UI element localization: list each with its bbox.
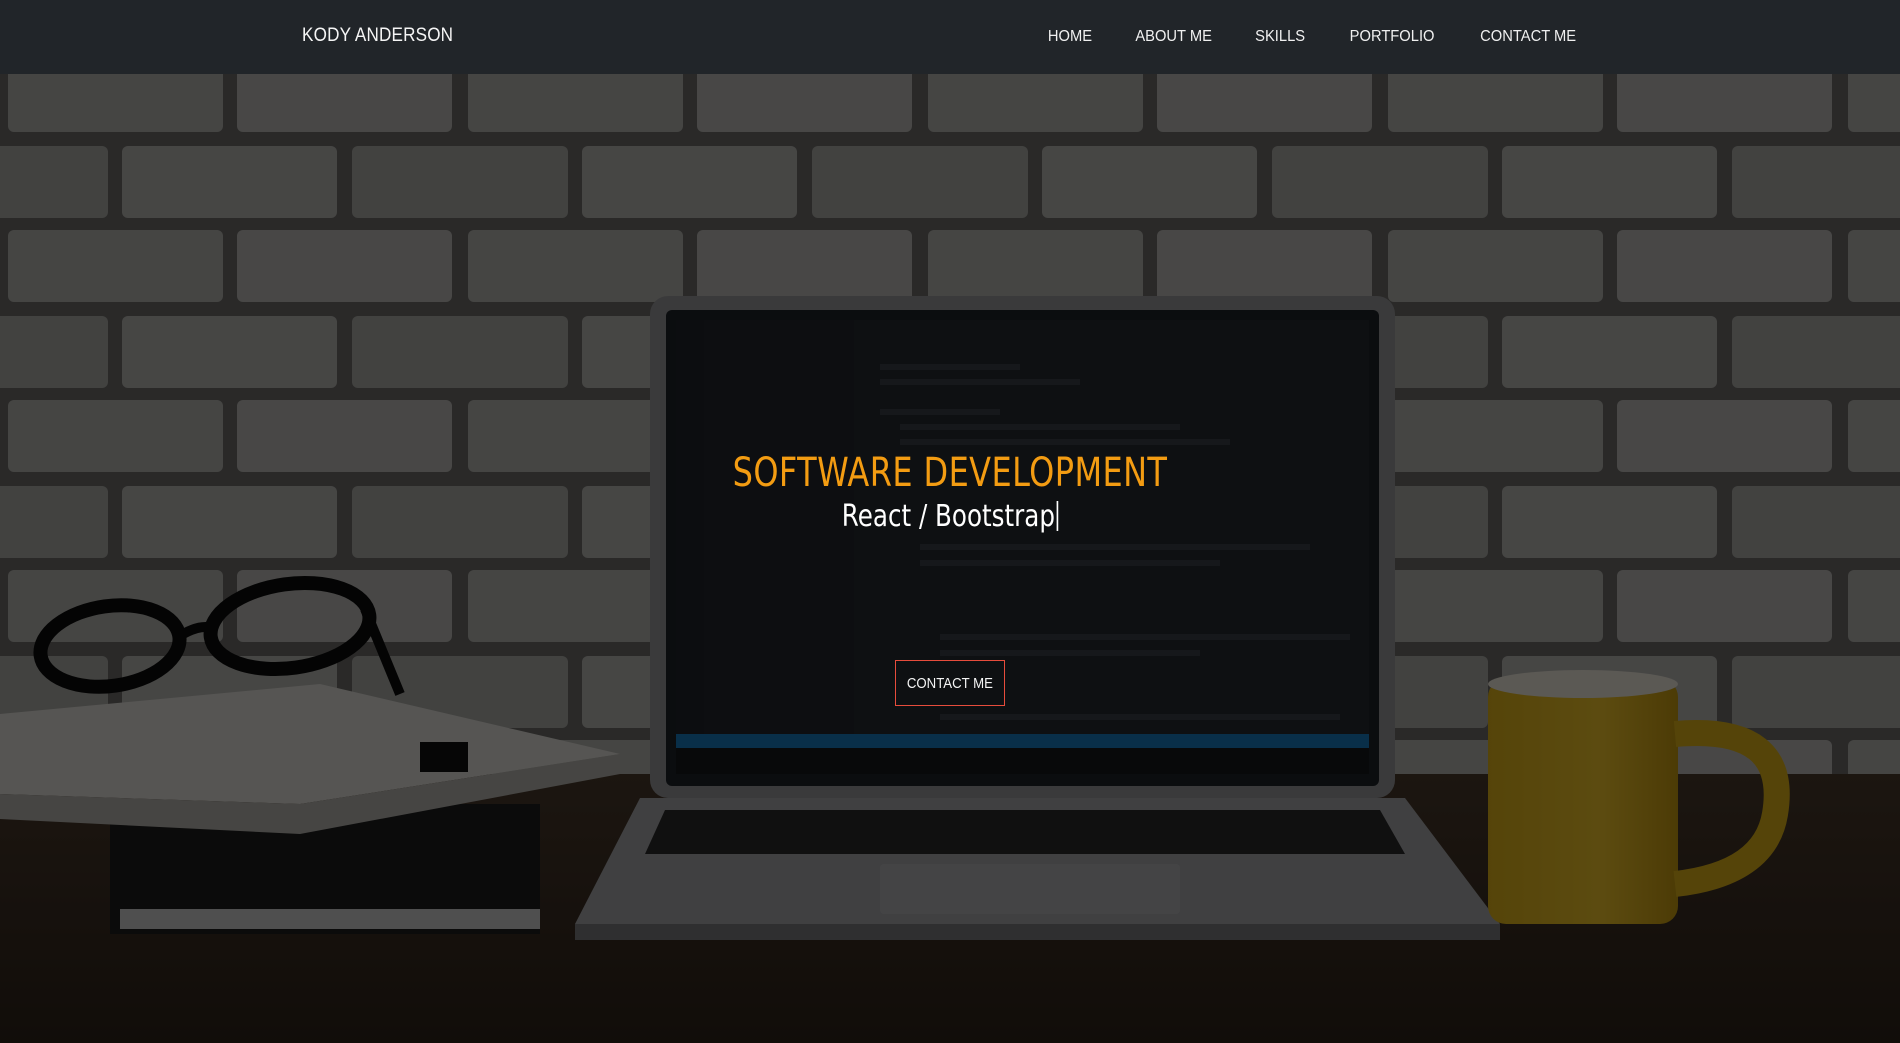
hero-content: SOFTWARE DEVELOPMENT React / Bootstrap C… (0, 74, 1900, 1043)
navbar: KODY ANDERSON HOME ABOUT ME SKILLS PORTF… (0, 0, 1900, 74)
nav-about-me[interactable]: ABOUT ME (1135, 28, 1212, 46)
typed-text: React / Bootstrap (841, 499, 1055, 534)
brand-logo[interactable]: KODY ANDERSON (302, 0, 453, 74)
hero-section: SOFTWARE DEVELOPMENT React / Bootstrap C… (0, 74, 1900, 1043)
nav-links: HOME ABOUT ME SKILLS PORTFOLIO CONTACT M… (1046, 0, 1580, 74)
contact-me-button[interactable]: CONTACT ME (895, 660, 1005, 706)
hero-subtitle: React / Bootstrap (171, 499, 1729, 534)
nav-home[interactable]: HOME (1048, 28, 1092, 46)
nav-skills[interactable]: SKILLS (1255, 28, 1305, 46)
nav-contact-me[interactable]: CONTACT ME (1480, 28, 1576, 46)
contact-me-button-label: CONTACT ME (906, 674, 994, 692)
hero-title: SOFTWARE DEVELOPMENT (732, 450, 1168, 496)
nav-portfolio[interactable]: PORTFOLIO (1349, 28, 1434, 46)
typing-cursor (1056, 501, 1059, 531)
